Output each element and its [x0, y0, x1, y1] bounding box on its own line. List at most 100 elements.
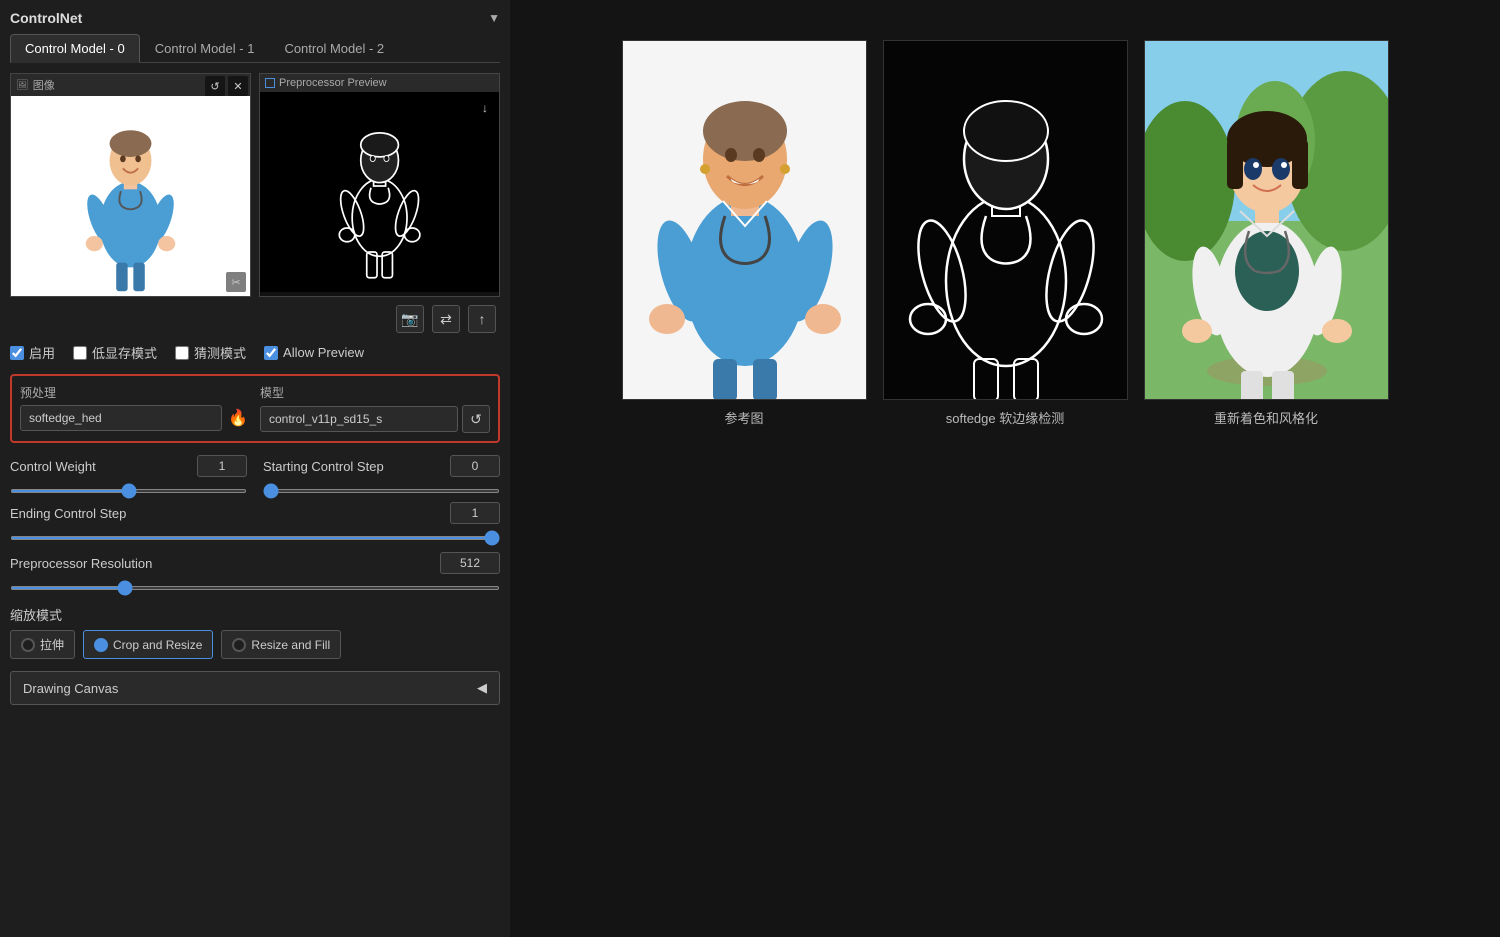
- preprocessor-res-section: Preprocessor Resolution: [10, 552, 500, 593]
- ending-step-header: Ending Control Step: [10, 502, 500, 524]
- guess-label: 猜测模式: [194, 343, 246, 362]
- allow-preview-checkbox[interactable]: [264, 346, 278, 360]
- right-panel: 参考图: [510, 0, 1500, 937]
- output-images: 参考图: [530, 40, 1480, 427]
- starting-step-value[interactable]: [450, 455, 500, 477]
- scale-mode-buttons: 拉伸 Crop and Resize Resize and Fill: [10, 630, 500, 659]
- controlnet-panel: ControlNet ▼ Control Model - 0 Control M…: [0, 0, 510, 937]
- source-image-close-btn[interactable]: ✕: [228, 76, 248, 96]
- output-nurse-svg-3: [1145, 41, 1389, 400]
- resize-fill-btn[interactable]: Resize and Fill: [221, 630, 341, 659]
- resize-fill-radio: [232, 638, 246, 652]
- output-image-2: [883, 40, 1128, 400]
- preview-nurse-svg: [284, 102, 475, 282]
- dual-slider-row: Control Weight Starting Control Step: [10, 455, 500, 496]
- preprocessor-fire-btn[interactable]: 🔥: [226, 406, 250, 430]
- output-caption-1: 参考图: [724, 408, 763, 427]
- model-label: 模型: [260, 384, 490, 401]
- preprocessor-col: 预处理 softedge_hed 🔥: [20, 384, 250, 433]
- starting-step-slider[interactable]: [263, 489, 500, 493]
- output-image-box-3: 重新着色和风格化: [1144, 40, 1389, 427]
- panel-header: ControlNet ▼: [10, 10, 500, 26]
- image-row: 🖼 图像: [10, 73, 500, 297]
- preprocessor-res-value[interactable]: [440, 552, 500, 574]
- source-image-content: [11, 96, 250, 296]
- crop-resize-radio: [94, 638, 108, 652]
- lowvram-checkbox[interactable]: [73, 346, 87, 360]
- lowvram-label: 低显存模式: [92, 343, 157, 362]
- preview-checkbox-icon: [265, 78, 275, 88]
- preprocessor-preview-label: Preprocessor Preview: [260, 74, 499, 92]
- drawing-canvas-btn[interactable]: Drawing Canvas ◀: [10, 671, 500, 705]
- camera-btn[interactable]: 📷: [396, 305, 424, 333]
- swap-btn[interactable]: ⇄: [432, 305, 460, 333]
- crop-btn[interactable]: ✂: [226, 272, 246, 292]
- ending-step-row: Ending Control Step: [10, 502, 500, 552]
- guess-checkbox-item[interactable]: 猜测模式: [175, 343, 246, 362]
- ending-step-label: Ending Control Step: [10, 506, 170, 521]
- panel-collapse-arrow[interactable]: ▼: [488, 11, 500, 25]
- panel-title: ControlNet: [10, 10, 82, 26]
- preview-download-btn[interactable]: ↓: [475, 98, 495, 118]
- tab-control-model-0[interactable]: Control Model - 0: [10, 34, 140, 63]
- model-refresh-btn[interactable]: ↺: [462, 405, 490, 433]
- model-tabs: Control Model - 0 Control Model - 1 Cont…: [10, 34, 500, 63]
- preprocessor-res-label: Preprocessor Resolution: [10, 556, 170, 571]
- control-weight-header: Control Weight: [10, 455, 247, 477]
- starting-step-col: Starting Control Step: [263, 455, 500, 496]
- enable-checkbox-item[interactable]: 启用: [10, 343, 55, 362]
- output-caption-2: softedge 软边缘检测: [946, 408, 1065, 427]
- preprocessor-res-header: Preprocessor Resolution: [10, 552, 500, 574]
- stretch-btn[interactable]: 拉伸: [10, 630, 75, 659]
- tab-control-model-1[interactable]: Control Model - 1: [140, 34, 270, 62]
- allow-preview-label: Allow Preview: [283, 345, 364, 360]
- preprocessor-preview-content: [260, 92, 499, 292]
- enable-label: 启用: [29, 343, 55, 362]
- scissors-icon-container: ✂: [226, 272, 246, 292]
- action-buttons-row: 📷 ⇄ ↑: [10, 305, 500, 333]
- ending-step-slider[interactable]: [10, 536, 500, 540]
- allow-preview-checkbox-item[interactable]: Allow Preview: [264, 345, 364, 360]
- starting-step-header: Starting Control Step: [263, 455, 500, 477]
- source-image-controls: ↺ ✕: [205, 76, 248, 96]
- enable-checkbox[interactable]: [10, 346, 24, 360]
- lowvram-checkbox-item[interactable]: 低显存模式: [73, 343, 157, 362]
- preprocessor-dropdown[interactable]: softedge_hed: [20, 405, 222, 431]
- image-icon: 🖼: [16, 80, 29, 91]
- control-weight-label: Control Weight: [10, 459, 170, 474]
- scale-mode-label: 缩放模式: [10, 605, 500, 624]
- preprocessor-preview-box: Preprocessor Preview: [259, 73, 500, 297]
- starting-step-label: Starting Control Step: [263, 459, 423, 474]
- output-image-3: [1144, 40, 1389, 400]
- upload-btn[interactable]: ↑: [468, 305, 496, 333]
- crop-resize-btn[interactable]: Crop and Resize: [83, 630, 213, 659]
- options-row: 启用 低显存模式 猜测模式 Allow Preview: [10, 343, 500, 362]
- preprocessor-label: 预处理: [20, 384, 250, 401]
- control-weight-slider[interactable]: [10, 489, 247, 493]
- output-image-1: [622, 40, 867, 400]
- output-caption-3: 重新着色和风格化: [1214, 408, 1318, 427]
- ending-step-value[interactable]: [450, 502, 500, 524]
- output-nurse-svg-2: [884, 41, 1128, 400]
- output-nurse-svg-1: [623, 41, 867, 400]
- model-select-inner: control_v11p_sd15_s ↺: [260, 405, 490, 433]
- model-dropdown[interactable]: control_v11p_sd15_s: [260, 406, 458, 432]
- model-col: 模型 control_v11p_sd15_s ↺: [260, 384, 490, 433]
- model-select-row: 预处理 softedge_hed 🔥 模型 control_v11p_sd15_…: [20, 384, 490, 433]
- tab-control-model-2[interactable]: Control Model - 2: [269, 34, 399, 62]
- output-image-box-2: softedge 软边缘检测: [883, 40, 1128, 427]
- preprocessor-res-slider[interactable]: [10, 586, 500, 590]
- source-image-placeholder[interactable]: [11, 96, 250, 296]
- control-weight-col: Control Weight: [10, 455, 247, 496]
- stretch-radio: [21, 638, 35, 652]
- output-image-box-1: 参考图: [622, 40, 867, 427]
- model-select-area: 预处理 softedge_hed 🔥 模型 control_v11p_sd15_…: [10, 374, 500, 443]
- source-image-box: 🖼 图像: [10, 73, 251, 297]
- preprocessor-preview-placeholder: [260, 92, 499, 292]
- scale-mode-section: 缩放模式 拉伸 Crop and Resize Resize and Fill: [10, 605, 500, 659]
- control-weight-value[interactable]: [197, 455, 247, 477]
- nurse-svg: [11, 96, 250, 296]
- guess-checkbox[interactable]: [175, 346, 189, 360]
- preprocessor-select-inner: softedge_hed 🔥: [20, 405, 250, 431]
- source-image-refresh-btn[interactable]: ↺: [205, 76, 225, 96]
